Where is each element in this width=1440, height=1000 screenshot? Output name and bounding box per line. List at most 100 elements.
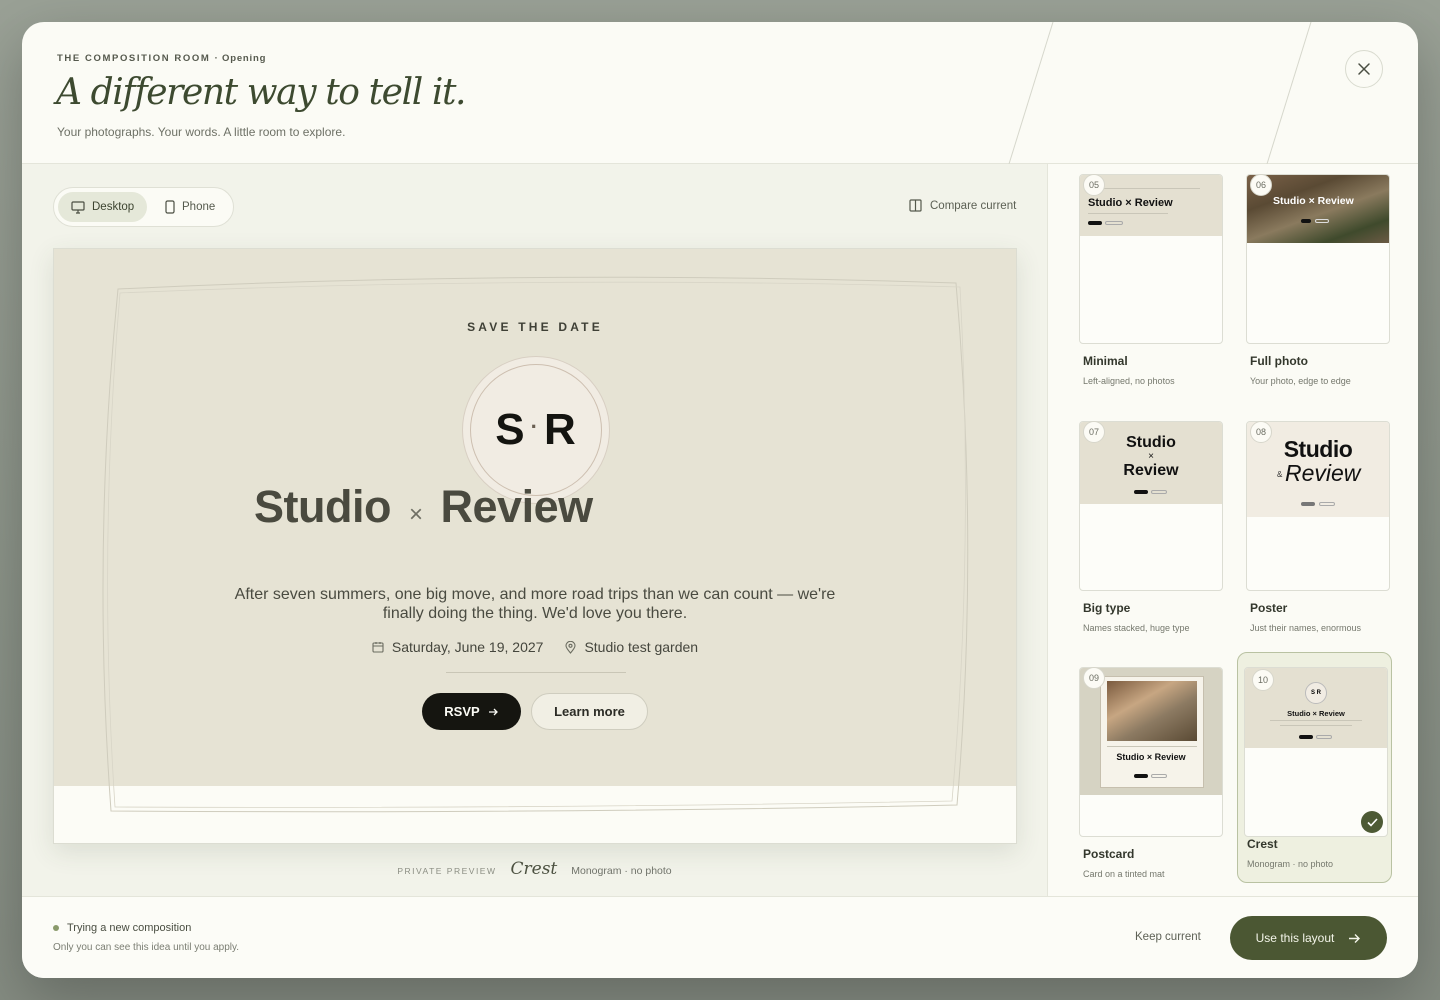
invitation-preview-frame: SAVE THE DATE S · R Studio × Review Afte… [53,248,1017,844]
modal-footer: Trying a new composition Only you can se… [22,896,1418,978]
layout-desc: Your photo, edge to edge [1250,376,1351,386]
thumb-monogram: S R [1305,682,1327,704]
page-subtitle: Your photographs. Your words. A little r… [57,125,346,139]
divider [446,672,626,673]
layout-desc: Left-aligned, no photos [1083,376,1175,386]
layout-label: Big type [1083,601,1131,615]
calendar-icon [372,642,384,653]
phone-icon [165,200,175,214]
layout-thumbnail: Studio & Review [1246,421,1390,591]
thumb-button [1134,490,1148,494]
layout-label: Poster [1250,601,1288,615]
layout-card-big-type[interactable]: Studio × Review 07 Big type Names stacke… [1075,411,1231,640]
thumb-photo [1107,681,1197,741]
thumb-text-line [1100,188,1200,189]
thumb-button [1134,774,1148,778]
layout-number: 06 [1250,174,1272,196]
layout-thumbnail: Studio × Review [1246,174,1390,344]
layout-thumbnail: S R Studio × Review [1244,667,1388,837]
event-meta: Saturday, June 19, 2027 Studio test gard… [54,639,1016,655]
status-subtext: Only you can see this idea until you app… [53,942,240,953]
invitation-blurb: After seven summers, one big move, and m… [234,586,836,622]
thumb-title: Studio × Review [1273,195,1354,207]
thumb-button [1088,221,1102,225]
couple-names: Studio × Review [254,481,654,533]
thumb-title-b: × [1148,451,1154,462]
layout-label: Full photo [1250,354,1308,368]
layout-number: 08 [1250,421,1272,443]
modal-header: THE COMPOSITION ROOM · Opening A differe… [22,22,1418,164]
layout-card-minimal[interactable]: Studio × Review 05 Minimal Left-aligned,… [1075,164,1231,393]
layout-desc: Card on a tinted mat [1083,869,1165,879]
arrow-right-icon [1349,933,1361,943]
learn-more-button[interactable]: Learn more [531,693,648,730]
thumb-text-line [1280,725,1352,726]
use-this-layout-button[interactable]: Use this layout [1230,916,1387,960]
page-title: A different way to tell it. [56,72,466,113]
thumb-button [1151,490,1167,494]
use-layout-label: Use this layout [1255,931,1335,945]
composition-modal: THE COMPOSITION ROOM · Opening A differe… [22,22,1418,978]
thumb-text-line [1107,746,1197,747]
private-preview-label: PRIVATE PREVIEW [397,866,497,876]
thumb-title-b: & [1277,470,1283,479]
eyebrow-title: THE COMPOSITION ROOM [57,53,211,64]
view-toggle: Desktop Phone [53,187,234,227]
thumb-button [1105,221,1123,225]
layout-thumbnail: Studio × Review [1079,667,1223,837]
close-button[interactable] [1345,50,1383,88]
name-left: Studio [254,481,391,532]
thumb-button [1315,219,1329,223]
thumb-title: Studio × Review [1287,709,1345,718]
location-pin-icon [565,640,576,654]
layout-desc: Names stacked, huge type [1083,623,1190,633]
check-icon [1366,817,1378,827]
layout-card-full-photo[interactable]: Studio × Review 06 Full photo Your photo… [1242,164,1398,393]
desktop-toggle-button[interactable]: Desktop [58,192,148,222]
monogram-right: R [543,405,577,454]
compare-icon [909,199,922,212]
selected-check-badge [1361,811,1383,833]
eyebrow: THE COMPOSITION ROOM · Opening [57,53,266,64]
compare-label: Compare current [930,199,1017,212]
layout-label: Crest [1247,837,1278,851]
desktop-icon [71,200,85,214]
thumb-title-c: Review [1123,462,1179,479]
thumb-button [1299,735,1313,739]
keep-current-button[interactable]: Keep current [1135,931,1201,943]
layout-card-poster[interactable]: Studio & Review 08 Poster Just their nam… [1242,411,1398,640]
layout-label: Minimal [1083,354,1128,368]
event-date-text: Saturday, June 19, 2027 [391,639,544,655]
layout-number: 05 [1083,174,1105,196]
save-the-date-eyebrow: SAVE THE DATE [467,320,603,334]
phone-toggle-button[interactable]: Phone [152,192,228,222]
layout-label: Postcard [1083,847,1135,861]
thumb-title-c: Review [1285,460,1361,486]
status-indicator: Trying a new composition [53,922,191,934]
layout-card-crest[interactable]: S R Studio × Review 10 Crest Monogram · … [1237,652,1392,883]
thumb-button [1301,219,1311,223]
desktop-label: Desktop [92,201,135,213]
name-right: Review [440,481,594,532]
compare-current-button[interactable]: Compare current [909,199,1016,212]
eyebrow-sub: · Opening [214,53,267,64]
close-icon [1358,63,1370,75]
layout-desc: Just their names, enormous [1250,623,1362,633]
rsvp-label: RSVP [444,704,480,719]
rsvp-button[interactable]: RSVP [422,693,521,730]
phone-label: Phone [182,201,216,213]
event-date: Saturday, June 19, 2027 [372,639,544,655]
layout-thumbnail: Studio × Review [1079,421,1223,591]
hand-drawn-border [102,276,969,813]
status-dot [53,925,59,931]
thumb-button [1319,502,1335,506]
monogram-separator: · [530,414,539,439]
thumb-text-line [1270,720,1362,721]
preview-area: Desktop Phone Compare current SAVE THE D… [22,164,1047,896]
name-separator: × [408,501,423,528]
layout-name: Crest [510,859,558,879]
status-text: Trying a new composition [67,922,192,934]
layout-number: 10 [1252,669,1274,691]
layout-card-postcard[interactable]: Studio × Review 09 Postcard Card on a ti… [1075,657,1231,886]
thumb-title: Studio × Review [1088,197,1173,209]
